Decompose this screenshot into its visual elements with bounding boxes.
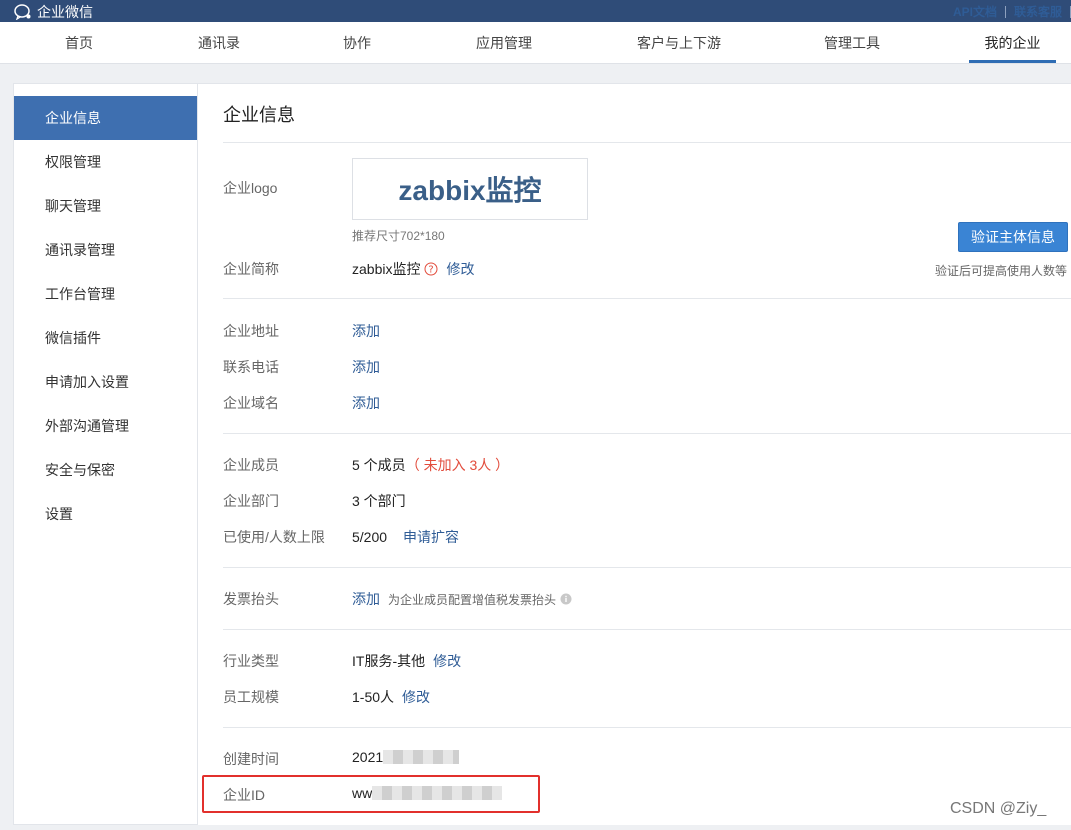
enterprise-logo[interactable]: zabbix监控 [352, 158, 588, 220]
watermark: CSDN @Ziy_ [950, 800, 1047, 817]
invoice-hint: 为企业成员配置增值税发票抬头 [388, 592, 557, 607]
redacted-mask [372, 786, 503, 800]
divider [223, 298, 1071, 299]
corp-id-label: 企业ID [223, 787, 265, 803]
invoice-add-link[interactable]: 添加 [352, 589, 380, 609]
industry-value: IT服务-其他 [352, 653, 426, 669]
sidebar-item-workbench-management[interactable]: 工作台管理 [14, 272, 197, 316]
nav-admin-tools[interactable]: 管理工具 [814, 22, 890, 63]
sidebar-item-join-settings[interactable]: 申请加入设置 [14, 360, 197, 404]
members-pending[interactable]: （ 未加入 3人 ） [406, 455, 509, 475]
created-row: 2021 [352, 749, 460, 765]
industry-row: IT服务-其他 修改 [352, 651, 461, 671]
sidebar-item-enterprise-info[interactable]: 企业信息 [14, 96, 197, 140]
divider [223, 567, 1071, 568]
usage-label: 已使用/人数上限 [223, 529, 325, 545]
enterprise-info-panel: 企业信息 企业logo zabbix监控 推荐尺寸702*180 验证主体信息 … [198, 83, 1071, 825]
industry-label: 行业类型 [223, 653, 279, 669]
members-value: 5 个成员 [352, 457, 406, 473]
help-icon[interactable]: ? [424, 262, 438, 276]
usage-value: 5/200 [352, 529, 388, 545]
invoice-label: 发票抬头 [223, 591, 279, 607]
sidebar-item-chat-management[interactable]: 聊天管理 [14, 184, 197, 228]
scale-edit-link[interactable]: 修改 [402, 687, 430, 707]
address-label: 企业地址 [223, 323, 279, 339]
created-value: 2021 [352, 749, 384, 765]
corp-id-value: ww [352, 785, 373, 801]
nav-collaboration[interactable]: 协作 [328, 22, 386, 63]
corp-id-row: ww [352, 785, 503, 801]
invoice-row: 添加 为企业成员配置增值税发票抬头 [352, 589, 572, 609]
main-nav: 首页 通讯录 协作 应用管理 客户与上下游 管理工具 我的企业 [0, 22, 1071, 64]
scale-value: 1-50人 [352, 689, 395, 705]
request-expansion-link[interactable]: 申请扩容 [403, 527, 459, 547]
page-title: 企业信息 [223, 105, 295, 125]
logo-text: zabbix监控 [398, 175, 542, 206]
members-label: 企业成员 [223, 457, 279, 473]
domain-label: 企业域名 [223, 395, 279, 411]
sidebar-item-contacts-management[interactable]: 通讯录管理 [14, 228, 197, 272]
divider [223, 727, 1071, 728]
short-name-row: zabbix监控 ? 修改 [352, 259, 474, 279]
app-name: 企业微信 [37, 4, 93, 20]
nav-home[interactable]: 首页 [48, 22, 110, 63]
short-name-edit-link[interactable]: 修改 [446, 259, 474, 279]
short-name-label: 企业简称 [223, 261, 279, 277]
api-docs-link[interactable]: API文档 [945, 3, 1005, 20]
members-row: 5 个成员 （ 未加入 3人 ） [352, 455, 509, 475]
redacted-mask [383, 750, 460, 764]
sidebar-item-settings[interactable]: 设置 [14, 492, 197, 536]
nav-my-enterprise[interactable]: 我的企业 [969, 22, 1056, 63]
departments-label: 企业部门 [223, 493, 279, 509]
sidebar-item-external-communication[interactable]: 外部沟通管理 [14, 404, 197, 448]
scale-label: 员工规模 [223, 689, 279, 705]
sidebar-item-security[interactable]: 安全与保密 [14, 448, 197, 492]
divider [223, 433, 1071, 434]
sidebar-item-wechat-plugin[interactable]: 微信插件 [14, 316, 197, 360]
phone-label: 联系电话 [223, 359, 279, 375]
divider [223, 142, 1071, 143]
divider [223, 629, 1071, 630]
info-icon[interactable] [560, 593, 572, 605]
verify-hint: 验证后可提高使用人数等 [935, 264, 1068, 278]
svg-text:?: ? [429, 265, 434, 276]
nav-app-management[interactable]: 应用管理 [465, 22, 543, 63]
wecom-logo-icon [14, 4, 31, 20]
logo-label: 企业logo [223, 180, 278, 196]
phone-add-link[interactable]: 添加 [352, 357, 380, 377]
address-add-link[interactable]: 添加 [352, 321, 380, 341]
top-links: API文档 联系客服 [945, 3, 1071, 20]
sidebar-item-permissions[interactable]: 权限管理 [14, 140, 197, 184]
logo-size-hint: 推荐尺寸702*180 [352, 229, 445, 243]
contact-support-link[interactable]: 联系客服 [1006, 3, 1070, 20]
verify-entity-button[interactable]: 验证主体信息 [958, 222, 1068, 252]
top-bar: 企业微信 API文档 联系客服 [0, 0, 1071, 22]
short-name-value: zabbix监控 [352, 261, 421, 277]
nav-customers-partners[interactable]: 客户与上下游 [625, 22, 733, 63]
sidebar: 企业信息 权限管理 聊天管理 通讯录管理 工作台管理 微信插件 申请加入设置 外… [13, 83, 198, 825]
nav-contacts[interactable]: 通讯录 [188, 22, 250, 63]
scale-row: 1-50人 修改 [352, 687, 430, 707]
departments-value: 3 个部门 [352, 493, 406, 509]
usage-row: 5/200 申请扩容 [352, 527, 459, 547]
brand[interactable]: 企业微信 [14, 2, 93, 22]
industry-edit-link[interactable]: 修改 [433, 651, 461, 671]
created-label: 创建时间 [223, 751, 279, 767]
domain-add-link[interactable]: 添加 [352, 393, 380, 413]
